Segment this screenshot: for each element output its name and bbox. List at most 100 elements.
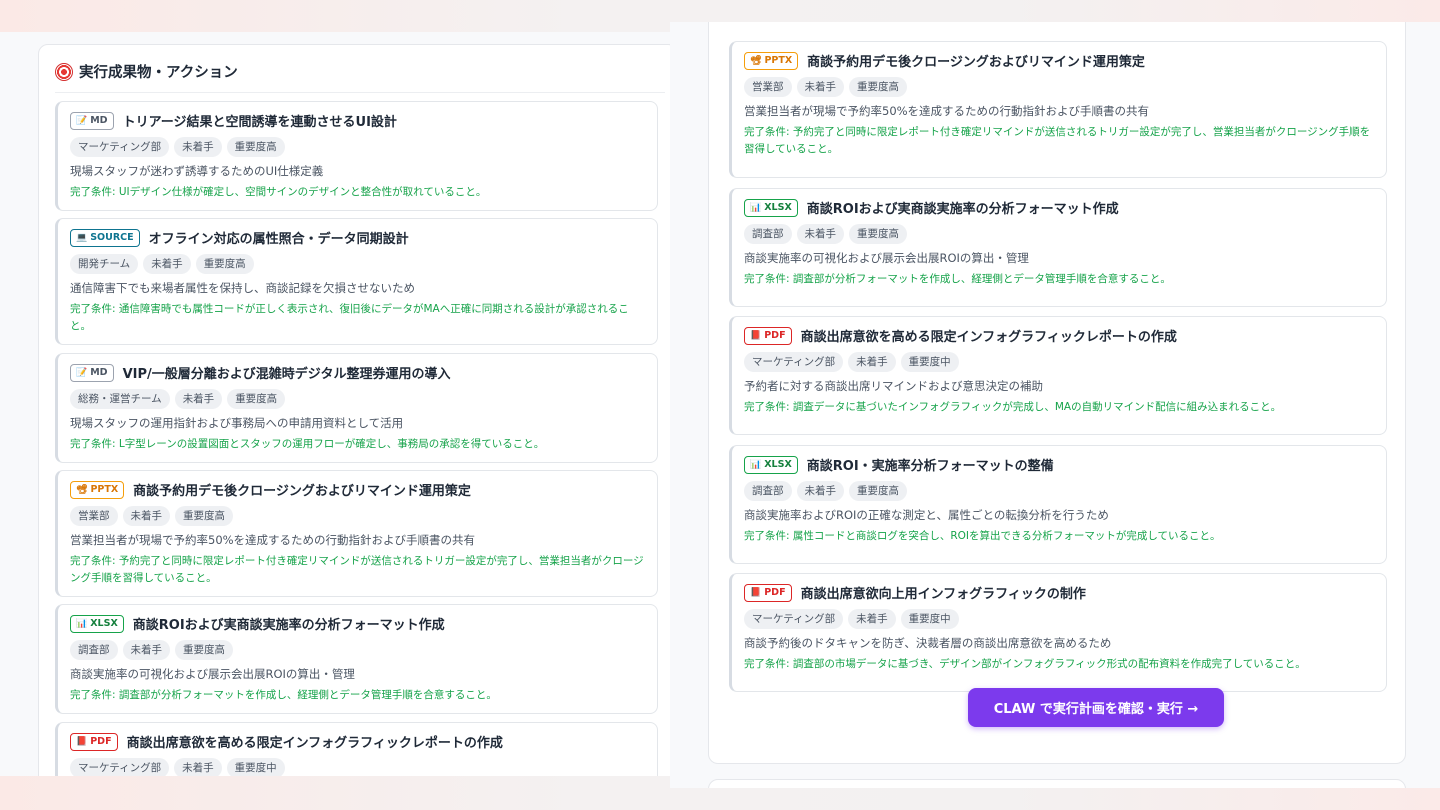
- projector-icon: 📽: [76, 484, 88, 495]
- deliverable-card[interactable]: 📕 PDF 商談出席意欲向上用インフォグラフィックの制作 マーケティング部 未着手…: [729, 573, 1387, 692]
- deliverable-card[interactable]: 📕 PDF 商談出席意欲を高める限定インフォグラフィックレポートの作成 マーケティ…: [729, 316, 1387, 435]
- card-criteria: 完了条件: 通信障害時でも属性コードが正しく表示され、復旧後にデータがMAへ正確…: [70, 303, 629, 332]
- department-tag: 調査部: [744, 224, 792, 244]
- card-criteria: 完了条件: 属性コードと商談ログを突合し、ROIを算出できる分析フォーマットが完…: [744, 530, 1221, 542]
- priority-tag: 重要度高: [849, 481, 907, 501]
- status-tag: 未着手: [174, 758, 222, 776]
- card-title: 商談出席意欲向上用インフォグラフィックの制作: [800, 587, 1086, 602]
- xlsx-format-badge: 📊 XLSX: [744, 198, 798, 217]
- card-title: 商談ROIおよび実商談実施率の分析フォーマット作成: [132, 618, 445, 633]
- card-purpose: 営業担当者が現場で予約率50%を達成するための行動指針および手順書の共有: [70, 533, 476, 547]
- priority-tag: 重要度高: [175, 506, 233, 526]
- target-icon: [55, 62, 73, 81]
- deliverable-card[interactable]: 📽 PPTX 商談予約用デモ後クロージングおよびリマインド運用策定 営業部 未着手…: [55, 470, 658, 597]
- status-tag: 未着手: [848, 609, 896, 629]
- status-tag: 未着手: [174, 389, 223, 409]
- card-criteria: 完了条件: UIデザイン仕様が確定し、空間サインのデザインと整合性が取れているこ…: [70, 186, 487, 198]
- card-title: 商談予約用デモ後クロージングおよびリマインド運用策定: [133, 484, 471, 499]
- priority-tag: 重要度高: [175, 640, 233, 660]
- next-panel-edge: [708, 779, 1406, 788]
- bar-chart-icon: 📊: [750, 459, 762, 470]
- card-criteria: 完了条件: 予約完了と同時に限定レポート付き確定リマインドが送信されるトリガー設…: [70, 555, 644, 584]
- priority-tag: 重要度高: [195, 254, 254, 274]
- memo-icon: 📝: [76, 367, 88, 378]
- card-purpose: 商談予約後のドタキャンを防ぎ、決裁者層の商談出席意欲を高めるため: [744, 636, 1112, 650]
- priority-tag: 重要度高: [226, 137, 285, 157]
- deliverable-card[interactable]: 📝 MD VIP/一般層分離および混雑時デジタル整理券運用の導入 総務・運営チーム…: [55, 353, 658, 463]
- priority-tag: 重要度高: [849, 77, 907, 97]
- pdf-format-badge: 📕 PDF: [744, 583, 792, 602]
- card-criteria: 完了条件: 調査データに基づいたインフォグラフィックが完成し、MAの自動リマイン…: [744, 401, 1282, 413]
- deliverable-card[interactable]: 💻 SOURCE オフライン対応の属性照合・データ同期設計 開発チーム 未着手 重…: [55, 218, 658, 345]
- bar-chart-icon: 📊: [76, 618, 88, 629]
- card-title: トリアージ結果と空間誘導を連動させるUI設計: [122, 115, 397, 130]
- deliverable-card[interactable]: 📽 PPTX 商談予約用デモ後クロージングおよびリマインド運用策定 営業部 未着手…: [729, 41, 1387, 178]
- source-format-badge: 💻 SOURCE: [70, 228, 140, 247]
- deliverable-card[interactable]: 📊 XLSX 商談ROIおよび実商談実施率の分析フォーマット作成 調査部 未着手 …: [729, 188, 1387, 307]
- status-tag: 未着手: [796, 481, 844, 501]
- bar-chart-icon: 📊: [750, 202, 762, 213]
- department-tag: 営業部: [70, 506, 118, 526]
- deliverable-card[interactable]: 📊 XLSX 商談ROI・実施率分析フォーマットの整備 調査部 未着手 重要度高 …: [729, 445, 1387, 564]
- pdf-format-badge: 📕 PDF: [744, 326, 792, 345]
- book-icon: 📕: [76, 736, 88, 747]
- book-icon: 📕: [750, 330, 762, 341]
- card-purpose: 営業担当者が現場で予約率50%を達成するための行動指針および手順書の共有: [744, 104, 1150, 118]
- priority-tag: 重要度高: [227, 389, 286, 409]
- computer-icon: 💻: [76, 232, 88, 243]
- status-tag: 未着手: [796, 224, 844, 244]
- card-criteria: 完了条件: 調査部が分析フォーマットを作成し、経理側とデータ管理手順を合意するこ…: [744, 273, 1171, 285]
- pptx-format-badge: 📽 PPTX: [70, 480, 125, 499]
- priority-tag: 重要度中: [900, 352, 959, 372]
- status-tag: 未着手: [174, 137, 222, 157]
- memo-icon: 📝: [76, 115, 88, 126]
- deliverable-card[interactable]: 📝 MD トリアージ結果と空間誘導を連動させるUI設計 マーケティング部 未着手 …: [55, 101, 658, 211]
- card-title: 商談ROIおよび実商談実施率の分析フォーマット作成: [806, 202, 1119, 217]
- department-tag: 調査部: [70, 640, 118, 660]
- department-tag: マーケティング部: [70, 137, 170, 157]
- left-screenshot: 実行成果物・アクション 📝 MD トリアージ結果と空間誘導を連動させるUI設計 マ…: [0, 32, 670, 776]
- status-tag: 未着手: [848, 352, 896, 372]
- department-tag: マーケティング部: [744, 352, 844, 372]
- card-purpose: 通信障害下でも来場者属性を保持し、商談記録を欠損させないため: [70, 281, 415, 295]
- department-tag: 営業部: [744, 77, 792, 97]
- md-format-badge: 📝 MD: [70, 111, 114, 130]
- deliverable-card[interactable]: 📕 PDF 商談出席意欲を高める限定インフォグラフィックレポートの作成 マーケティ…: [55, 722, 658, 776]
- card-purpose: 現場スタッフの運用指針および事務局への申請用資料として活用: [70, 416, 404, 430]
- card-purpose: 商談実施率およびROIの正確な測定と、属性ごとの転換分析を行うため: [744, 508, 1109, 522]
- card-criteria: 完了条件: 調査部の市場データに基づき、デザイン部がインフォグラフィック形式の配…: [744, 658, 1306, 670]
- xlsx-format-badge: 📊 XLSX: [744, 455, 798, 474]
- card-purpose: 予約者に対する商談出席リマインドおよび意思決定の補助: [744, 379, 1043, 393]
- status-tag: 未着手: [122, 640, 170, 660]
- card-purpose: 商談実施率の可視化および展示会出展ROIの算出・管理: [744, 251, 1029, 265]
- department-tag: マーケティング部: [70, 758, 170, 776]
- priority-tag: 重要度中: [226, 758, 285, 776]
- card-title: オフライン対応の属性照合・データ同期設計: [148, 232, 409, 247]
- card-title: 商談出席意欲を高める限定インフォグラフィックレポートの作成: [800, 330, 1177, 345]
- pdf-format-badge: 📕 PDF: [70, 732, 118, 751]
- pptx-format-badge: 📽 PPTX: [744, 51, 799, 70]
- card-title: 商談出席意欲を高める限定インフォグラフィックレポートの作成: [126, 736, 503, 751]
- card-title: 商談予約用デモ後クロージングおよびリマインド運用策定: [807, 55, 1145, 70]
- deliverables-panel: 📽 PPTX 商談予約用デモ後クロージングおよびリマインド運用策定 営業部 未着手…: [708, 22, 1406, 764]
- card-purpose: 現場スタッフが迷わず誘導するためのUI仕様定義: [70, 164, 324, 178]
- xlsx-format-badge: 📊 XLSX: [70, 614, 124, 633]
- deliverables-panel: 実行成果物・アクション 📝 MD トリアージ結果と空間誘導を連動させるUI設計 マ…: [38, 44, 670, 776]
- card-criteria: 完了条件: 調査部が分析フォーマットを作成し、経理側とデータ管理手順を合意するこ…: [70, 689, 497, 701]
- md-format-badge: 📝 MD: [70, 363, 114, 382]
- card-title: VIP/一般層分離および混雑時デジタル整理券運用の導入: [122, 367, 451, 382]
- deliverable-card[interactable]: 📊 XLSX 商談ROIおよび実商談実施率の分析フォーマット作成 調査部 未着手 …: [55, 604, 658, 714]
- priority-tag: 重要度中: [900, 609, 959, 629]
- priority-tag: 重要度高: [849, 224, 907, 244]
- department-tag: 調査部: [744, 481, 792, 501]
- department-tag: 開発チーム: [70, 254, 139, 274]
- book-icon: 📕: [750, 587, 762, 598]
- projector-icon: 📽: [750, 55, 762, 66]
- panel-header: 実行成果物・アクション: [55, 61, 665, 93]
- status-tag: 未着手: [796, 77, 844, 97]
- panel-title: 実行成果物・アクション: [79, 65, 238, 81]
- card-criteria: 完了条件: 予約完了と同時に限定レポート付き確定リマインドが送信されるトリガー設…: [744, 126, 1371, 155]
- execute-plan-button[interactable]: CLAW で実行計画を確認・実行 →: [968, 688, 1224, 727]
- department-tag: 総務・運営チーム: [70, 389, 170, 409]
- card-purpose: 商談実施率の可視化および展示会出展ROIの算出・管理: [70, 667, 355, 681]
